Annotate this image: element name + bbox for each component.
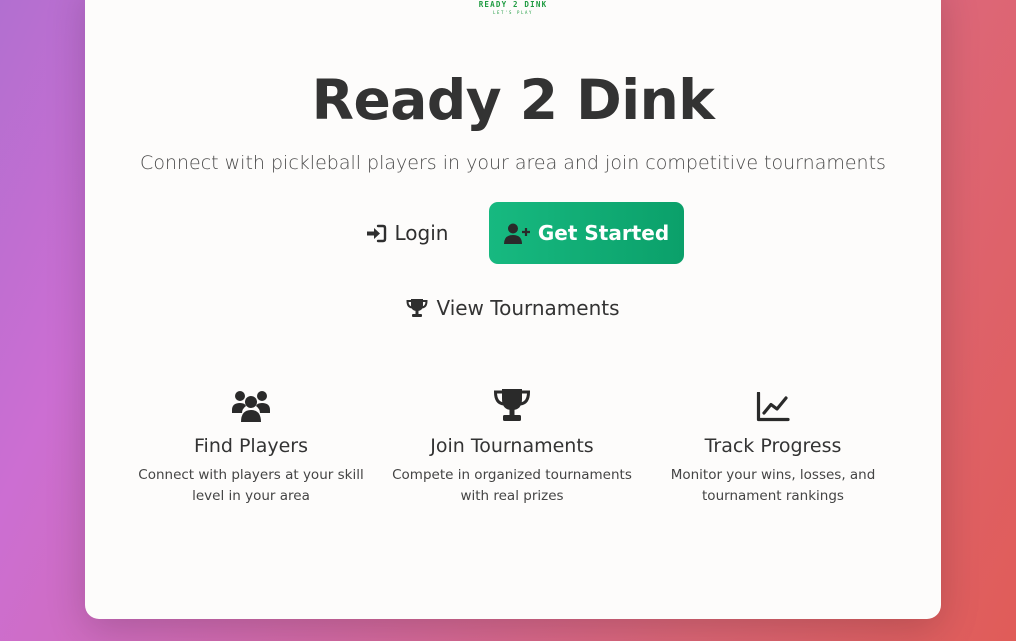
feature-description: Compete in organized tournaments with re…	[392, 465, 632, 507]
chart-line-icon	[653, 386, 893, 422]
brand-logo: READY 2 DINK LET'S PLAY	[85, 0, 941, 15]
sign-in-icon	[366, 224, 387, 243]
trophy-icon	[406, 298, 428, 318]
feature-description: Monitor your wins, losses, and tournamen…	[653, 465, 893, 507]
logo-tagline: LET'S PLAY	[492, 10, 534, 15]
feature-description-line: Compete in organized tournaments	[392, 467, 632, 483]
logo-name: READY 2 DINK	[478, 0, 548, 9]
trophy-icon	[392, 386, 632, 422]
users-icon	[131, 386, 371, 422]
login-label: Login	[394, 221, 449, 245]
feature-track-progress: Track Progress Monitor your wins, losses…	[653, 386, 893, 507]
view-tournaments-button[interactable]: View Tournaments	[85, 296, 941, 320]
page-subtitle: Connect with pickleball players in your …	[140, 152, 886, 174]
view-tournaments-label: View Tournaments	[436, 296, 620, 320]
get-started-button[interactable]: Get Started	[489, 202, 684, 264]
user-plus-icon	[503, 223, 530, 244]
feature-description-line: Connect with players at your skill	[138, 467, 364, 483]
feature-title: Join Tournaments	[430, 435, 594, 457]
feature-description-line: Monitor your wins, losses, and	[670, 467, 876, 483]
feature-description-line: level in your area	[192, 488, 310, 504]
get-started-label: Get Started	[537, 221, 670, 245]
feature-title: Find Players	[194, 435, 308, 457]
feature-description: Connect with players at your skill level…	[131, 465, 371, 507]
landing-card: READY 2 DINK LET'S PLAY Ready 2 Dink Con…	[85, 0, 941, 619]
login-button[interactable]: Login	[353, 202, 461, 264]
feature-title: Track Progress	[704, 435, 842, 457]
page-title: Ready 2 Dink	[311, 68, 715, 132]
feature-join-tournaments: Join Tournaments Compete in organized to…	[392, 386, 632, 507]
feature-find-players: Find Players Connect with players at you…	[131, 386, 371, 507]
feature-description-line: tournament rankings	[702, 488, 844, 504]
feature-description-line: with real prizes	[460, 488, 564, 504]
